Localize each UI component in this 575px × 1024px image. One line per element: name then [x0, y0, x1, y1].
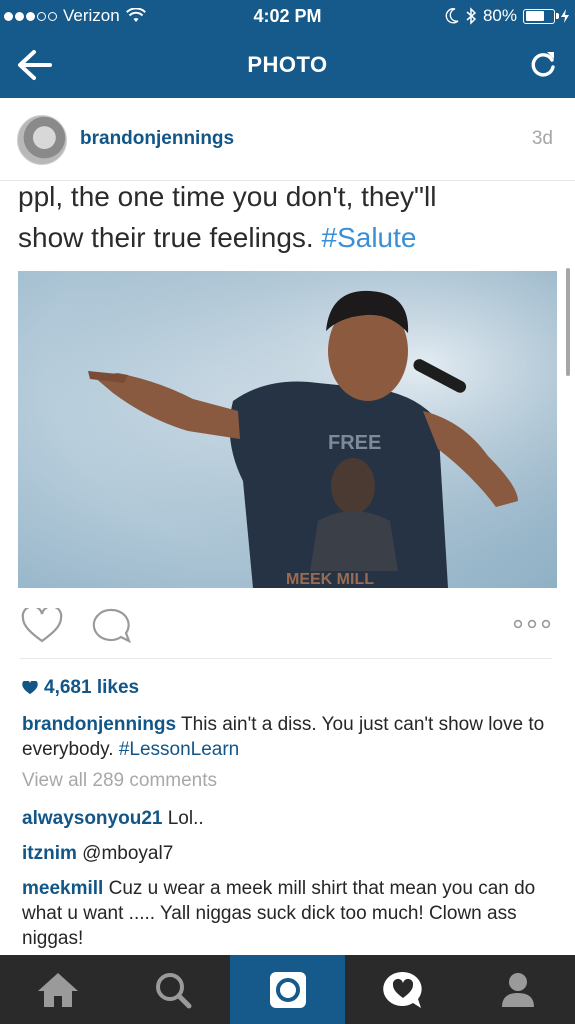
- status-bar: Verizon 4:02 PM 80%: [0, 0, 575, 32]
- comment-username[interactable]: alwaysonyou21: [22, 808, 162, 829]
- more-icon[interactable]: [513, 618, 551, 630]
- page-title: PHOTO: [247, 52, 328, 77]
- tab-camera[interactable]: [230, 955, 345, 1024]
- tab-activity[interactable]: [345, 955, 460, 1024]
- search-icon: [155, 972, 191, 1008]
- battery-icon: [523, 8, 559, 24]
- comment-item: alwaysonyou21 Lol..: [22, 806, 557, 831]
- refresh-icon[interactable]: [527, 48, 559, 80]
- comment-item: meekmill Cuz u wear a meek mill shirt th…: [22, 876, 557, 951]
- post-photo[interactable]: FREE MEEK MILL: [18, 271, 557, 588]
- heart-filled-icon: [22, 681, 38, 695]
- shirt-text-top: FREE: [328, 432, 381, 454]
- battery-percent: 80%: [482, 6, 517, 25]
- camera-icon: [269, 971, 306, 1008]
- photo-text: ppl, the one time you don't, they"ll sho…: [18, 176, 558, 258]
- nav-bar: PHOTO: [0, 32, 575, 98]
- post-username[interactable]: brandonjennings: [80, 128, 234, 150]
- status-right: 80%: [445, 0, 569, 32]
- comment-icon[interactable]: [92, 607, 132, 643]
- tab-search[interactable]: [115, 955, 230, 1024]
- home-icon: [37, 972, 78, 1007]
- bluetooth-icon: [466, 7, 477, 25]
- comment-text: Lol..: [162, 808, 204, 829]
- likes-label: 4,681 likes: [44, 677, 140, 698]
- post-header: brandonjennings 3d: [0, 98, 575, 181]
- view-all-comments-link[interactable]: View all 289 comments: [22, 770, 217, 792]
- likes-count[interactable]: 4,681 likes: [22, 677, 139, 699]
- top-bar: Verizon 4:02 PM 80% PHOTO: [0, 0, 575, 98]
- heart-icon[interactable]: [21, 608, 63, 644]
- photo-text-line1: ppl, the one time you don't, they"ll: [18, 181, 437, 212]
- shirt-text-bottom: MEEK MILL: [286, 571, 374, 588]
- performer-photo: FREE MEEK MILL: [18, 271, 557, 588]
- caption-username[interactable]: brandonjennings: [22, 714, 176, 735]
- tab-bar: [0, 955, 575, 1024]
- post-caption: brandonjennings This ain't a diss. You j…: [22, 712, 552, 762]
- post-age: 3d: [531, 128, 553, 149]
- avatar[interactable]: [17, 115, 67, 165]
- post-actions: [0, 598, 575, 658]
- tab-home[interactable]: [0, 955, 115, 1024]
- tab-profile[interactable]: [460, 955, 575, 1024]
- activity-icon: [382, 971, 422, 1008]
- charging-icon: [561, 9, 569, 23]
- moon-icon: [445, 8, 459, 24]
- comment-username[interactable]: itznim: [22, 843, 77, 864]
- photo-text-line2: show their true feelings.: [18, 222, 314, 253]
- divider: [20, 658, 552, 659]
- comment-username[interactable]: meekmill: [22, 878, 103, 899]
- caption-hashtag[interactable]: #LessonLearn: [119, 739, 239, 760]
- comment-text: @mboyal7: [76, 843, 174, 864]
- comment-item: itznim @mboyal7: [22, 841, 557, 866]
- photo-text-hashtag: #Salute: [321, 222, 417, 253]
- profile-icon: [501, 972, 534, 1007]
- scrollbar[interactable]: [566, 268, 570, 376]
